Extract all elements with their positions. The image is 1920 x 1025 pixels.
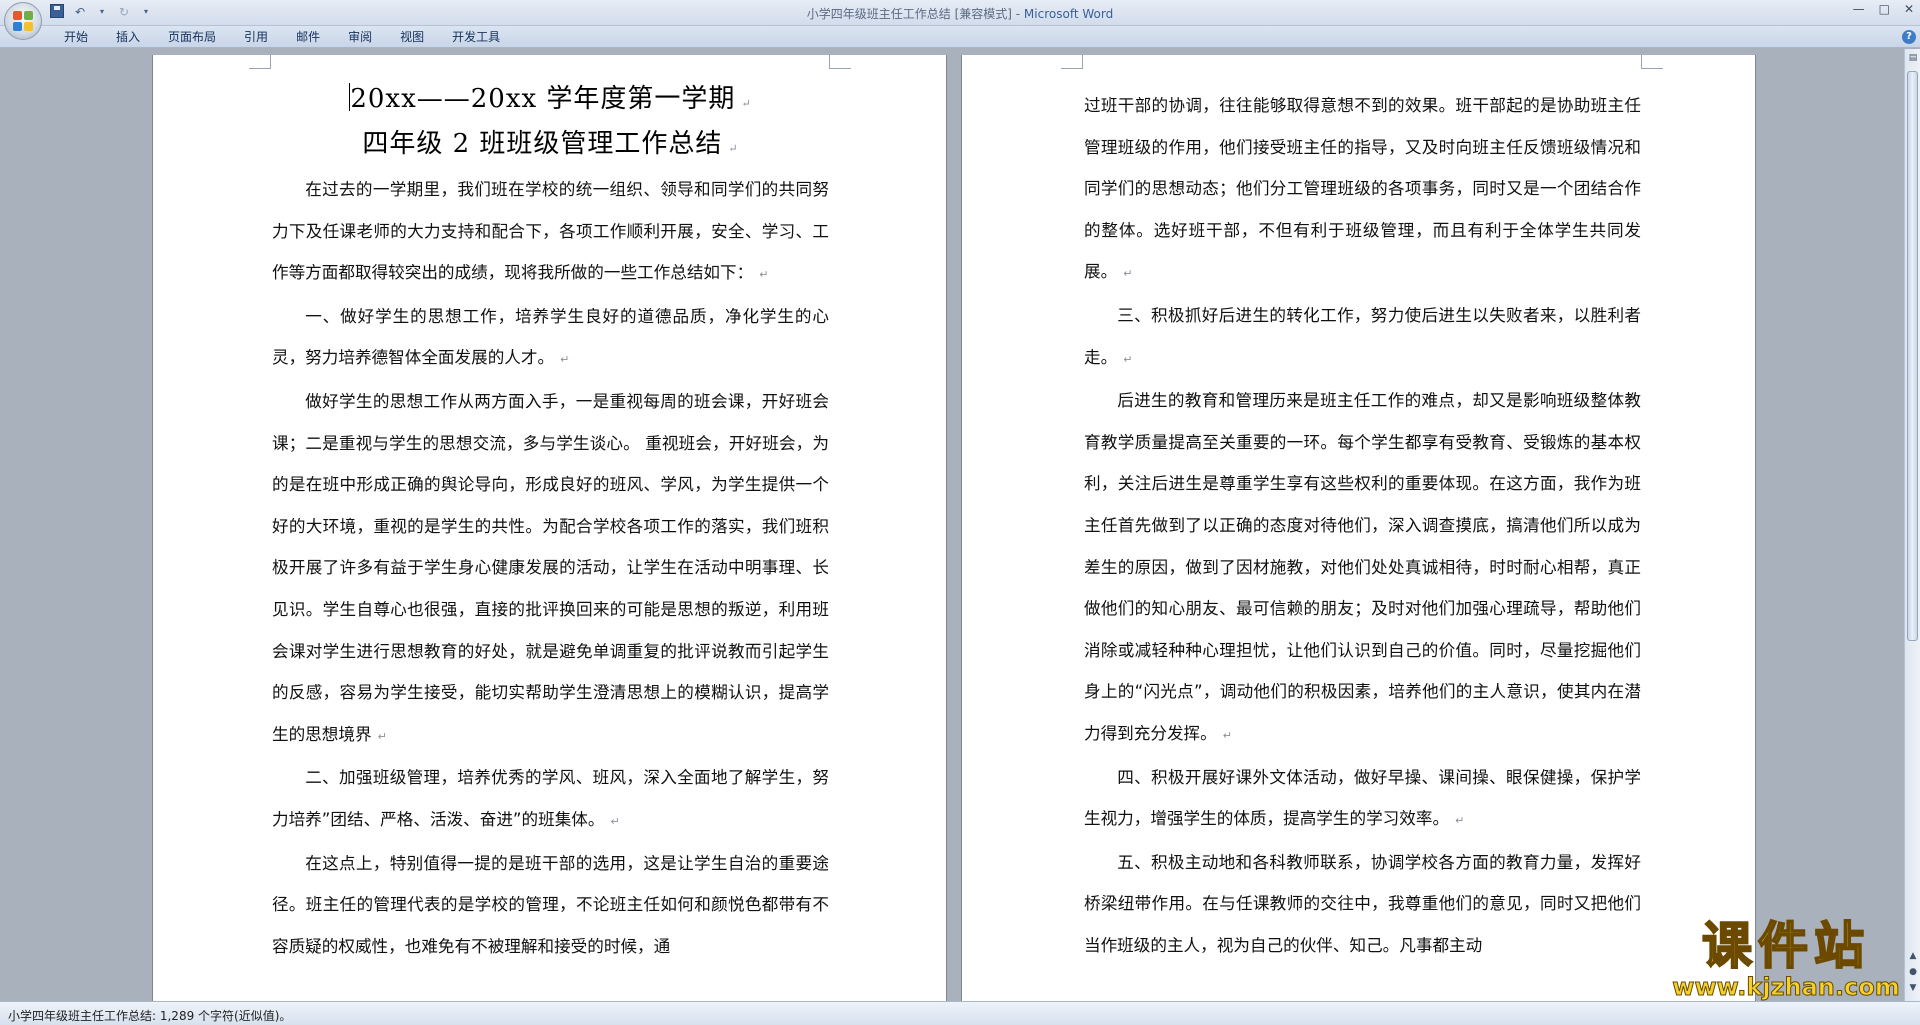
margin-corner-mark: [249, 55, 271, 69]
paragraph[interactable]: 做好学生的思想工作从两方面入手，一是重视每周的班会课，开好班会课；二是重视与学生…: [272, 381, 829, 757]
window-title: 小学四年级班主任工作总结 [兼容模式] - Microsoft Word: [0, 5, 1920, 22]
paragraph[interactable]: 在这点上，特别值得一提的是班干部的选用，这是让学生自治的重要途径。班主任的管理代…: [272, 843, 829, 968]
watermark-text: 课件站: [1701, 917, 1870, 975]
app-name: Microsoft Word: [1023, 7, 1114, 21]
document-workspace[interactable]: 20xx——20xx 学年度第一学期 ↵ 四年级 2 班班级管理工作总结 ↵ 在过去…: [0, 49, 1904, 1001]
status-bar: 小学四年级班主任工作总结: 1,289 个字符(近似值)。: [0, 1001, 1920, 1025]
tab-view[interactable]: 视图: [386, 29, 438, 45]
paragraph[interactable]: 后进生的教育和管理历来是班主任工作的难点，却又是影响班级整体教育教学质量提高至关…: [1084, 380, 1641, 756]
minimize-icon[interactable]: —: [1853, 2, 1865, 16]
office-button[interactable]: [4, 2, 42, 40]
browse-object-icon[interactable]: ●: [1906, 965, 1920, 979]
ribbon-tab-bar: 开始 插入 页面布局 引用 邮件 审阅 视图 开发工具 ?: [0, 26, 1920, 48]
paragraph[interactable]: 过班干部的协调，往往能够取得意想不到的效果。班干部起的是协助班主任管理班级的作用…: [1084, 85, 1641, 295]
paragraph[interactable]: 四、积极开展好课外文体活动，做好早操、课间操、眼保健操，保护学生视力，增强学生的…: [1084, 757, 1641, 842]
tab-mailings[interactable]: 邮件: [282, 29, 334, 45]
paragraph[interactable]: 五、积极主动地和各科教师联系，协调学校各方面的教育力量，发挥好桥梁纽带作用。在与…: [1084, 842, 1641, 967]
close-icon[interactable]: ✕: [1904, 2, 1914, 16]
scrollbar-thumb[interactable]: [1907, 71, 1918, 641]
title-bar: ↶ ▾ ↻ ▾ 小学四年级班主任工作总结 [兼容模式] - Microsoft …: [0, 0, 1920, 40]
watermark-logo: 课件站 www.kjzhan.com: [1670, 917, 1902, 1002]
next-page-icon[interactable]: ▼: [1906, 981, 1920, 995]
page-2[interactable]: 过班干部的协调，往往能够取得意想不到的效果。班干部起的是协助班主任管理班级的作用…: [962, 55, 1755, 1001]
previous-page-icon[interactable]: ▲: [1906, 949, 1920, 963]
tab-home[interactable]: 开始: [50, 29, 102, 45]
paragraph[interactable]: 一、做好学生的思想工作，培养学生良好的道德品质，净化学生的心灵，努力培养德智体全…: [272, 296, 829, 381]
page-2-text-area[interactable]: 过班干部的协调，往往能够取得意想不到的效果。班干部起的是协助班主任管理班级的作用…: [1084, 55, 1641, 966]
vertical-scrollbar[interactable]: ▤ ▲ ● ▼: [1904, 49, 1920, 1001]
maximize-icon[interactable]: □: [1879, 2, 1890, 16]
tab-review[interactable]: 审阅: [334, 29, 386, 45]
margin-corner-mark: [1061, 55, 1083, 69]
tab-page-layout[interactable]: 页面布局: [154, 29, 230, 45]
office-logo-icon: [13, 11, 33, 31]
document-title-line-1[interactable]: 20xx——20xx 学年度第一学期 ↵: [272, 79, 829, 124]
tab-developer[interactable]: 开发工具: [438, 29, 514, 45]
paragraph[interactable]: 三、积极抓好后进生的转化工作，努力使后进生以失败者来，以胜利者走。 ↵: [1084, 295, 1641, 380]
paragraph[interactable]: 二、加强班级管理，培养优秀的学风、班风，深入全面地了解学生，努力培养”团结、严格…: [272, 757, 829, 842]
tab-references[interactable]: 引用: [230, 29, 282, 45]
page-1-text-area[interactable]: 20xx——20xx 学年度第一学期 ↵ 四年级 2 班班级管理工作总结 ↵ 在过去…: [272, 55, 829, 967]
window-controls: — □ ✕: [1853, 2, 1914, 16]
page-1[interactable]: 20xx——20xx 学年度第一学期 ↵ 四年级 2 班班级管理工作总结 ↵ 在过去…: [153, 55, 946, 1001]
paragraph[interactable]: 在过去的一学期里，我们班在学校的统一组织、领导和同学们的共同努力下及任课老师的大…: [272, 169, 829, 296]
ruler-toggle-icon[interactable]: ▤: [1906, 51, 1920, 65]
status-word-count[interactable]: 小学四年级班主任工作总结: 1,289 个字符(近似值)。: [8, 1007, 291, 1024]
document-title-line-2[interactable]: 四年级 2 班班级管理工作总结 ↵: [272, 124, 829, 169]
document-name: 小学四年级班主任工作总结 [兼容模式] -: [806, 7, 1024, 21]
watermark-url: www.kjzhan.com: [1672, 973, 1900, 1001]
margin-corner-mark: [829, 55, 851, 69]
help-icon[interactable]: ?: [1902, 30, 1916, 44]
tab-insert[interactable]: 插入: [102, 29, 154, 45]
margin-corner-mark: [1641, 55, 1663, 69]
